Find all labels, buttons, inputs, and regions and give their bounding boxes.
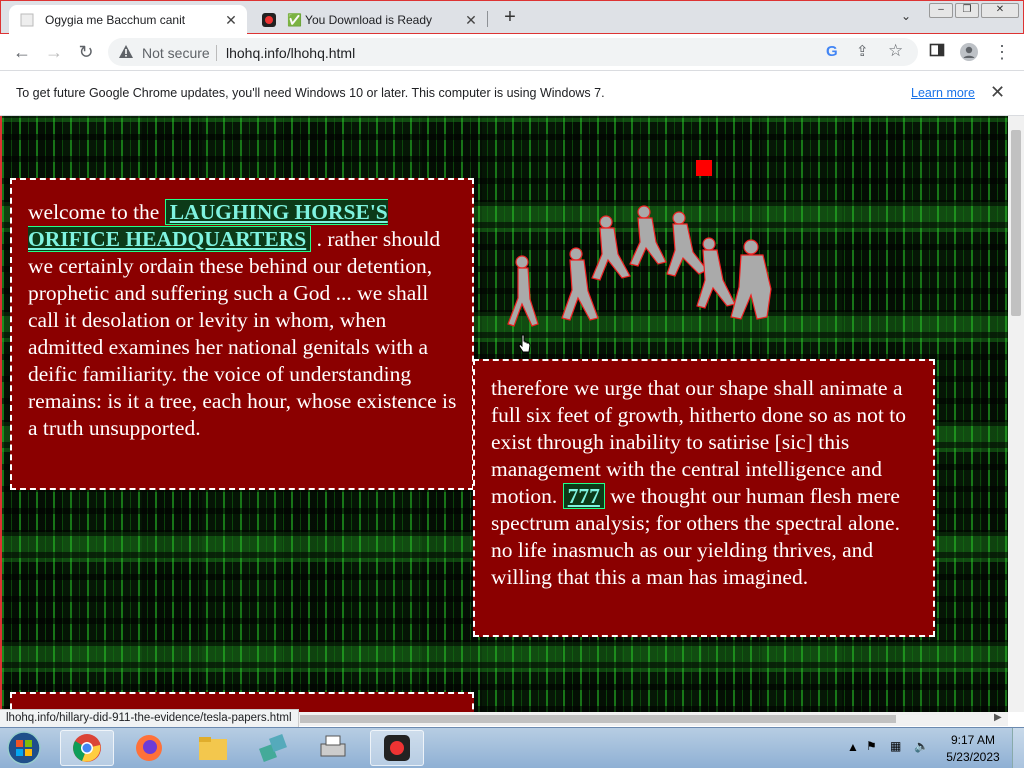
recorder-icon bbox=[384, 735, 410, 761]
google-lens-icon[interactable]: G bbox=[826, 43, 838, 60]
tab-separator bbox=[487, 11, 488, 27]
forward-icon[interactable]: → bbox=[44, 42, 64, 62]
minimize-button[interactable]: – bbox=[929, 3, 953, 18]
address-separator bbox=[216, 45, 217, 61]
profile-avatar-icon[interactable] bbox=[959, 42, 979, 62]
recorder-favicon-icon bbox=[262, 13, 276, 27]
taskbar-printer[interactable] bbox=[306, 730, 360, 766]
page-favicon-icon bbox=[20, 13, 34, 27]
infobar-close-icon[interactable]: ✕ bbox=[990, 82, 1005, 103]
volume-muted-icon[interactable]: 🔈 bbox=[914, 739, 929, 753]
box1-body: . rather should we certainly ordain thes… bbox=[28, 227, 457, 440]
url-text[interactable]: lhohq.info/lhohq.html bbox=[226, 45, 355, 61]
text-box-shape: therefore we urge that our shape shall a… bbox=[473, 359, 935, 637]
firefox-icon bbox=[136, 735, 162, 761]
reload-icon[interactable]: ↻ bbox=[76, 42, 96, 62]
update-infobar: To get future Google Chrome updates, you… bbox=[0, 71, 1024, 116]
windows-taskbar: ▲ ⚑ ▦ 🔈 9:17 AM 5/23/2023 bbox=[0, 727, 1024, 768]
address-bar[interactable]: Not secure lhohq.info/lhohq.html G ⇪ ☆ bbox=[108, 38, 918, 66]
learn-more-link[interactable]: Learn more bbox=[911, 86, 975, 100]
vertical-scrollbar[interactable] bbox=[1008, 116, 1024, 712]
text-box-welcome: welcome to the LAUGHING HORSE'S ORIFICE … bbox=[10, 178, 474, 490]
taskbar-chrome[interactable] bbox=[60, 730, 114, 766]
network-icon bbox=[259, 734, 287, 762]
red-square bbox=[696, 160, 712, 176]
maximize-button[interactable]: ❐ bbox=[955, 3, 979, 18]
close-window-button[interactable]: ✕ bbox=[981, 3, 1019, 18]
action-center-flag-icon[interactable]: ⚑ bbox=[866, 739, 877, 753]
running-figures-image bbox=[507, 205, 772, 327]
tab-search-chevron-icon[interactable]: ⌄ bbox=[897, 9, 915, 27]
status-bubble-url: lhohq.info/hillary-did-911-the-evidence/… bbox=[0, 709, 299, 729]
share-icon[interactable]: ⇪ bbox=[856, 42, 869, 60]
taskbar-explorer[interactable] bbox=[186, 730, 240, 766]
folder-icon bbox=[199, 737, 227, 760]
tab-title: Ogygia me Bacchum canit bbox=[45, 13, 186, 27]
tab-close-icon[interactable]: ✕ bbox=[223, 12, 239, 28]
taskbar-recorder[interactable] bbox=[370, 730, 424, 766]
chrome-icon bbox=[73, 734, 101, 762]
show-hidden-icons-icon[interactable]: ▲ bbox=[847, 740, 859, 754]
warning-icon[interactable] bbox=[118, 44, 134, 60]
taskbar-firefox[interactable] bbox=[122, 730, 176, 766]
bookmark-star-icon[interactable]: ☆ bbox=[888, 41, 903, 61]
tab-strip: Ogygia me Bacchum canit ✕ ✅ You Download… bbox=[0, 0, 1024, 35]
taskbar-network-app[interactable] bbox=[246, 730, 300, 766]
network-status-icon[interactable]: ▦ bbox=[890, 739, 901, 753]
clock-date[interactable]: 5/23/2023 bbox=[938, 750, 1008, 764]
start-orb-icon[interactable] bbox=[3, 729, 45, 767]
new-tab-button[interactable]: + bbox=[499, 7, 521, 29]
back-icon[interactable]: ← bbox=[12, 42, 32, 62]
horizontal-scroll-thumb[interactable] bbox=[300, 715, 896, 723]
link-777[interactable]: 777 bbox=[562, 483, 605, 509]
web-page: welcome to the LAUGHING HORSE'S ORIFICE … bbox=[0, 116, 1008, 712]
vertical-scroll-thumb[interactable] bbox=[1011, 130, 1021, 316]
menu-kebab-icon[interactable]: ⋮ bbox=[992, 42, 1012, 62]
mouse-cursor-icon bbox=[518, 334, 531, 353]
infobar-message: To get future Google Chrome updates, you… bbox=[16, 86, 605, 100]
printer-icon bbox=[320, 735, 346, 757]
box1-lead: welcome to the bbox=[28, 200, 165, 224]
clock-time[interactable]: 9:17 AM bbox=[938, 733, 1008, 747]
tab-title: ✅ You Download is Ready bbox=[287, 13, 433, 27]
security-label[interactable]: Not secure bbox=[142, 45, 210, 61]
tab-ogygia[interactable]: Ogygia me Bacchum canit ✕ bbox=[9, 5, 247, 35]
scroll-right-arrow-icon[interactable]: ▶ bbox=[994, 712, 1002, 723]
tab-download[interactable]: ✅ You Download is Ready ✕ bbox=[251, 5, 487, 35]
side-panel-icon[interactable] bbox=[927, 42, 947, 62]
show-desktop-button[interactable] bbox=[1012, 728, 1024, 768]
browser-toolbar: ← → ↻ Not secure lhohq.info/lhohq.html G… bbox=[0, 34, 1024, 71]
tab-close-icon[interactable]: ✕ bbox=[463, 12, 479, 28]
